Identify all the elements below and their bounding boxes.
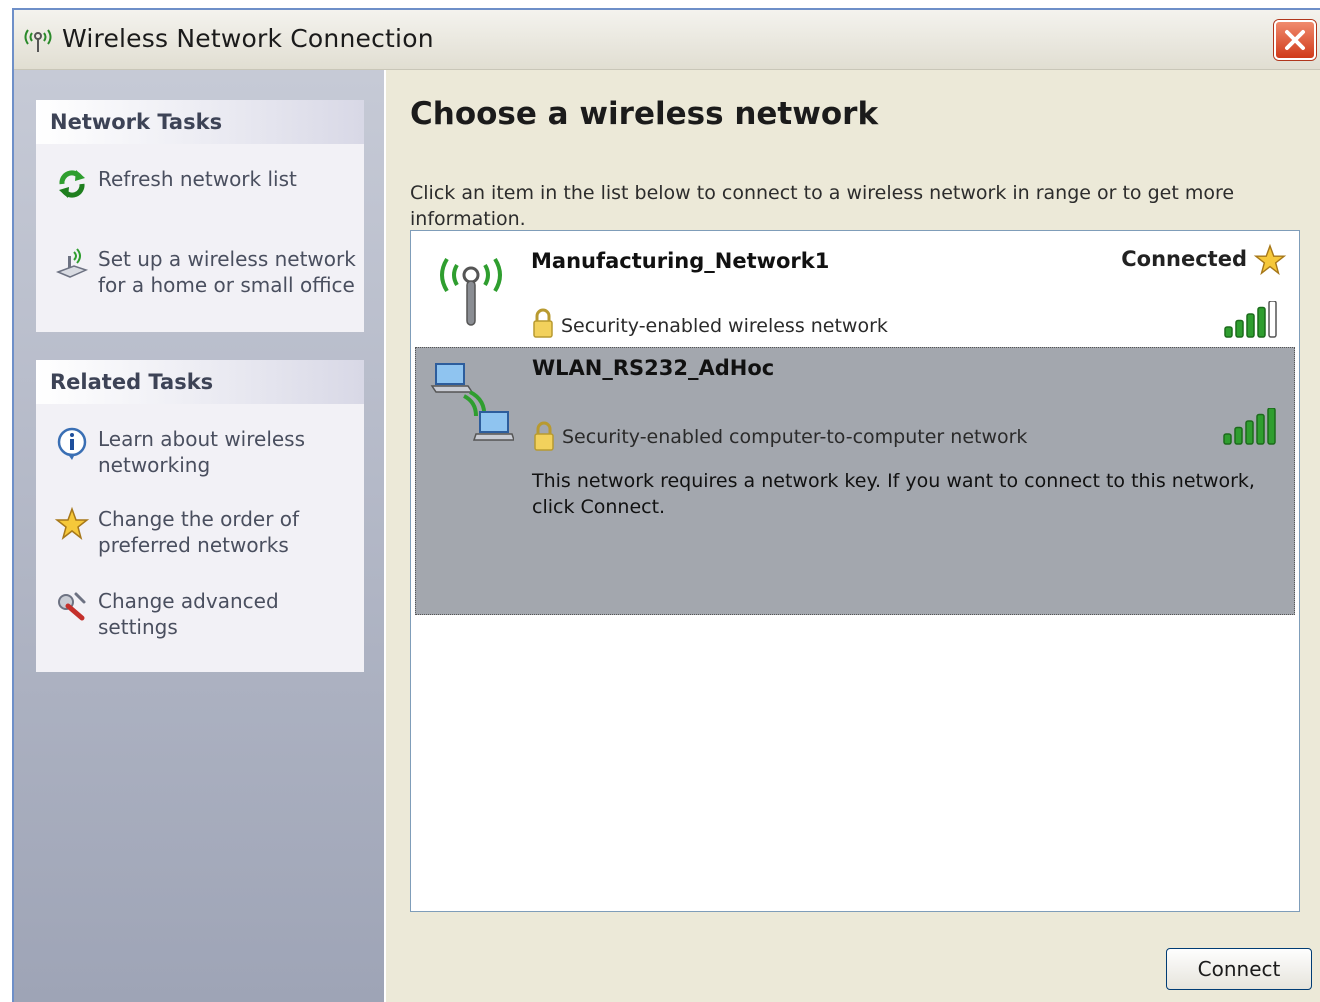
change-advanced-settings-link[interactable]: Change advanced settings (54, 588, 358, 640)
window-title: Wireless Network Connection (62, 24, 434, 53)
signal-strength-icon (1223, 408, 1276, 445)
network-name: WLAN_RS232_AdHoc (532, 356, 775, 380)
network-list[interactable]: Manufacturing_Network1 Connected Securit… (410, 230, 1300, 912)
signal-bar (1256, 413, 1265, 445)
refresh-network-list-link[interactable]: Refresh network list (54, 166, 358, 202)
signal-bar (1224, 326, 1233, 338)
related-tasks-panel: Related Tasks Learn about wireless netwo… (36, 360, 364, 672)
learn-wireless-link[interactable]: Learn about wireless networking (54, 426, 358, 478)
close-button[interactable] (1274, 20, 1316, 60)
related-tasks-heading: Related Tasks (36, 360, 364, 404)
network-tasks-heading: Network Tasks (36, 100, 364, 144)
task-sidebar: Network Tasks Refresh network list Set u… (14, 70, 386, 1002)
refresh-icon (59, 170, 85, 198)
main-content: Choose a wireless network Click an item … (388, 70, 1320, 1002)
signal-bar (1223, 433, 1232, 445)
lock-icon (533, 308, 553, 338)
network-security: Security-enabled computer-to-computer ne… (562, 426, 1028, 448)
refresh-network-list-label: Refresh network list (98, 167, 297, 191)
change-network-order-label: Change the order of preferred networks (98, 507, 300, 557)
change-network-order-link[interactable]: Change the order of preferred networks (54, 506, 358, 558)
setup-wizard-icon (55, 248, 89, 278)
signal-strength-icon (1224, 301, 1277, 338)
adhoc-computers-icon (430, 363, 514, 441)
setup-wireless-network-link[interactable]: Set up a wireless network for a home or … (54, 246, 358, 298)
connect-button[interactable]: Connect (1166, 948, 1312, 990)
title-bar[interactable]: Wireless Network Connection (14, 10, 1320, 70)
connection-status: Connected (1121, 247, 1247, 271)
network-name: Manufacturing_Network1 (531, 249, 830, 273)
signal-bar (1268, 301, 1277, 338)
access-point-icon (440, 257, 502, 326)
star-icon (54, 506, 90, 540)
network-tasks-panel: Network Tasks Refresh network list Set u… (36, 100, 364, 332)
close-icon (1285, 30, 1305, 50)
signal-bar (1234, 426, 1243, 445)
wireless-antenna-icon (24, 29, 52, 52)
network-security: Security-enabled wireless network (561, 315, 888, 337)
signal-bar (1257, 306, 1266, 338)
settings-icon (58, 592, 86, 621)
info-icon (57, 427, 87, 460)
signal-bar (1246, 313, 1255, 338)
network-key-message: This network requires a network key. If … (532, 470, 1255, 518)
signal-bar (1267, 408, 1276, 445)
change-advanced-settings-label: Change advanced settings (98, 589, 279, 639)
network-item[interactable]: Manufacturing_Network1 Connected Securit… (415, 235, 1295, 345)
network-item-selected[interactable]: WLAN_RS232_AdHoc Security-enabled comput… (415, 347, 1295, 615)
page-title: Choose a wireless network (410, 96, 879, 132)
learn-wireless-label: Learn about wireless networking (98, 427, 306, 477)
lock-icon (534, 421, 554, 451)
preferred-star-icon (1253, 243, 1287, 276)
signal-bar (1235, 319, 1244, 338)
setup-wireless-network-label: Set up a wireless network for a home or … (98, 247, 356, 297)
wireless-connection-window: Wireless Network Connection Network Task… (12, 8, 1320, 1002)
page-description: Click an item in the list below to conne… (410, 182, 1235, 230)
signal-bar (1245, 420, 1254, 445)
